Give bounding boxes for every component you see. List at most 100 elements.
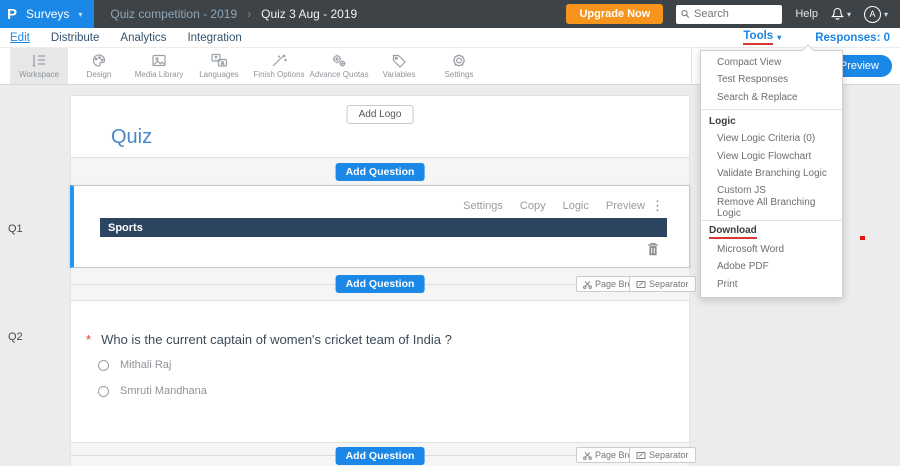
help-link[interactable]: Help <box>795 8 818 20</box>
breadcrumb: Quiz competition - 2019 › Quiz 3 Aug - 2… <box>110 7 357 21</box>
add-question-button-2[interactable]: Add Question <box>335 275 425 293</box>
tools-dropdown-button[interactable]: Tools ▾ <box>743 30 781 45</box>
question-card-q2[interactable]: * Who is the current captain of women's … <box>70 300 690 443</box>
global-search[interactable] <box>676 4 783 24</box>
toolbar-tab-advance-quotas[interactable]: Advance Quotas <box>309 48 369 84</box>
bell-caret-icon: ▾ <box>846 9 851 19</box>
workspace-icon <box>32 55 45 68</box>
search-input[interactable] <box>694 8 778 20</box>
separator-icon <box>636 280 646 288</box>
scissors-icon <box>583 451 592 460</box>
add-logo-button[interactable]: Add Logo <box>346 105 414 124</box>
trash-icon <box>648 243 658 256</box>
breadcrumb-survey-name[interactable]: Quiz 3 Aug - 2019 <box>261 7 357 21</box>
responses-count[interactable]: Responses: 0 <box>815 32 890 44</box>
bell-icon <box>830 7 844 20</box>
survey-nav-bar: Edit Distribute Analytics Integration To… <box>0 28 900 48</box>
top-bar: P Surveys ▾ Quiz competition - 2019 › Qu… <box>0 0 900 28</box>
question-settings-link[interactable]: Settings <box>463 200 503 212</box>
toolbar-tab-workspace[interactable]: Workspace <box>10 48 68 84</box>
survey-title[interactable]: Quiz <box>111 126 152 149</box>
nav-tabs: Edit Distribute Analytics Integration <box>10 32 242 44</box>
add-question-button-1[interactable]: Add Question <box>335 163 425 181</box>
media-library-icon <box>152 54 166 67</box>
tab-distribute[interactable]: Distribute <box>51 32 100 44</box>
upgrade-now-button[interactable]: Upgrade Now <box>566 4 664 24</box>
menu-item-view-logic-criteria[interactable]: View Logic Criteria (0) <box>701 130 842 147</box>
nav-right: Tools ▾ Responses: 0 <box>743 30 890 45</box>
tools-caret-icon: ▾ <box>777 33 782 42</box>
insert-band-2: Add Question Page Break Separator <box>70 268 696 300</box>
insert-band-1: Add Question <box>70 158 690 185</box>
questionpro-logo: P <box>7 5 18 23</box>
menu-item-compact-view[interactable]: Compact View <box>701 54 842 71</box>
menu-item-test-responses[interactable]: Test Responses <box>701 71 842 88</box>
survey-builder-app: P Surveys ▾ Quiz competition - 2019 › Qu… <box>0 0 900 466</box>
question-card-q1[interactable]: Settings Copy Logic Preview ⋮ Sports <box>70 185 690 268</box>
separator-button-1[interactable]: Separator <box>629 276 696 292</box>
insert-band-3: Add Question Page Break Separator <box>70 443 696 466</box>
red-dot-annotation <box>860 236 865 240</box>
notifications-button[interactable]: ▾ <box>830 7 851 21</box>
menu-item-remove-all-branching-logic[interactable]: Remove All Branching Logic <box>701 197 842 219</box>
design-icon <box>92 54 106 67</box>
download-label: Download <box>709 225 757 240</box>
menu-section-download: Download <box>701 224 842 241</box>
survey-header-card: Add Logo Quiz <box>70 95 690 158</box>
separator-button-2[interactable]: Separator <box>629 447 696 463</box>
account-menu-button[interactable]: A ▾ <box>863 5 888 23</box>
breadcrumb-separator-icon: › <box>247 7 252 21</box>
delete-question-button[interactable] <box>647 242 659 261</box>
menu-item-validate-branching-logic[interactable]: Validate Branching Logic <box>701 165 842 182</box>
radio-button[interactable] <box>98 385 109 397</box>
toolbar-tab-finish-options[interactable]: Finish Options <box>250 48 308 84</box>
languages-icon <box>211 53 228 67</box>
answer-option-2[interactable]: Smruti Mandhana <box>98 385 207 397</box>
required-asterisk: * <box>86 332 92 347</box>
surveys-menu-button[interactable]: P Surveys ▾ <box>0 0 95 28</box>
search-icon <box>681 10 690 18</box>
menu-item-view-logic-flowchart[interactable]: View Logic Flowchart <box>701 147 842 164</box>
separator-icon <box>636 451 646 459</box>
kebab-menu-icon[interactable]: ⋮ <box>651 198 664 214</box>
topbar-right-controls: Upgrade Now Help ▾ A ▾ <box>566 4 900 24</box>
toolbar-tab-settings[interactable]: Settings <box>430 48 488 84</box>
surveys-caret-icon: ▾ <box>78 9 83 19</box>
question-text-row: * Who is the current captain of women's … <box>86 332 452 347</box>
finish-options-icon <box>272 54 287 67</box>
menu-item-print[interactable]: Print <box>701 276 842 293</box>
scissors-icon <box>583 280 592 289</box>
tab-analytics[interactable]: Analytics <box>120 32 166 44</box>
question-number-q1: Q1 <box>8 223 23 235</box>
advance-quotas-icon <box>332 54 346 67</box>
tools-dropdown-menu: Compact View Test Responses Search & Rep… <box>700 44 843 298</box>
menu-item-microsoft-word[interactable]: Microsoft Word <box>701 241 842 258</box>
question-heading-bar[interactable]: Sports <box>100 218 667 237</box>
toolbar-tab-media-library[interactable]: Media Library <box>130 48 188 84</box>
settings-icon <box>453 54 465 67</box>
radio-button[interactable] <box>98 359 109 371</box>
variables-icon <box>392 54 406 68</box>
answer-option-1[interactable]: Mithali Raj <box>98 359 171 371</box>
toolbar-tab-languages[interactable]: Languages <box>190 48 248 84</box>
question-text[interactable]: Who is the current captain of women's cr… <box>101 332 452 347</box>
toolbar-tab-design[interactable]: Design <box>70 48 128 84</box>
divider <box>701 108 842 110</box>
tab-integration[interactable]: Integration <box>187 32 241 44</box>
tools-label: Tools <box>743 30 774 45</box>
tab-edit[interactable]: Edit <box>10 32 30 44</box>
menu-item-search-replace[interactable]: Search & Replace <box>701 89 842 106</box>
surveys-label: Surveys <box>26 7 70 21</box>
avatar-caret-icon: ▾ <box>883 9 888 19</box>
question-copy-link[interactable]: Copy <box>520 200 546 212</box>
add-question-button-3[interactable]: Add Question <box>335 447 425 465</box>
question-number-q2: Q2 <box>8 331 23 343</box>
avatar: A <box>863 5 881 23</box>
question-preview-link[interactable]: Preview <box>606 200 645 212</box>
menu-item-adobe-pdf[interactable]: Adobe PDF <box>701 258 842 275</box>
question-logic-link[interactable]: Logic <box>563 200 589 212</box>
divider <box>701 219 842 221</box>
toolbar-tab-variables[interactable]: Variables <box>370 48 428 84</box>
breadcrumb-survey-group[interactable]: Quiz competition - 2019 <box>110 7 237 21</box>
menu-section-logic: Logic <box>709 116 736 128</box>
